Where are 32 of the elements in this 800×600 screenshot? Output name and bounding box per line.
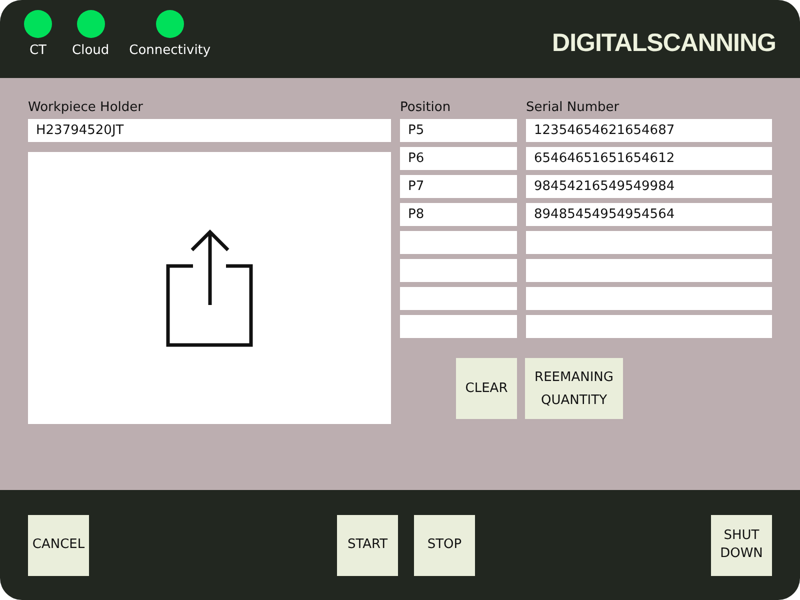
action-button[interactable]: START <box>337 514 398 576</box>
input-field[interactable] <box>526 231 772 254</box>
status-label: Connectivity <box>129 42 211 60</box>
input-field[interactable] <box>526 259 772 282</box>
input-field[interactable] <box>526 287 772 310</box>
action-button[interactable]: CANCEL <box>28 514 89 576</box>
upload-icon <box>164 228 254 348</box>
status-label: CT <box>29 42 47 60</box>
status-label: Cloud <box>72 42 110 60</box>
input-field[interactable] <box>400 315 517 338</box>
action-button[interactable]: SHUT DOWN <box>711 514 772 576</box>
app-title: DIGITALSCANNING <box>552 28 776 59</box>
column-header: Position <box>400 99 451 116</box>
column-header: Serial Number <box>526 99 620 116</box>
input-field[interactable] <box>526 315 772 338</box>
input-field[interactable]: H23794520JT <box>28 119 391 142</box>
input-field[interactable] <box>400 259 517 282</box>
quantity-button[interactable]: REEMANING QUANTITY <box>525 358 623 419</box>
input-field[interactable]: P8 <box>400 203 517 226</box>
input-field[interactable]: P6 <box>400 147 517 170</box>
input-field[interactable]: 12354654621654687 <box>526 119 772 142</box>
input-field[interactable]: 89485454954954564 <box>526 203 772 226</box>
action-button[interactable]: STOP <box>414 514 475 576</box>
field-label: Workpiece Holder <box>28 99 143 116</box>
upload-area[interactable] <box>28 152 391 424</box>
input-field[interactable]: 65464651651654612 <box>526 147 772 170</box>
input-field[interactable] <box>400 231 517 254</box>
clear-button[interactable]: CLEAR <box>456 358 517 419</box>
input-field[interactable]: 98454216549549984 <box>526 175 772 198</box>
input-field[interactable] <box>400 287 517 310</box>
input-field[interactable]: P5 <box>400 119 517 142</box>
input-field[interactable]: P7 <box>400 175 517 198</box>
